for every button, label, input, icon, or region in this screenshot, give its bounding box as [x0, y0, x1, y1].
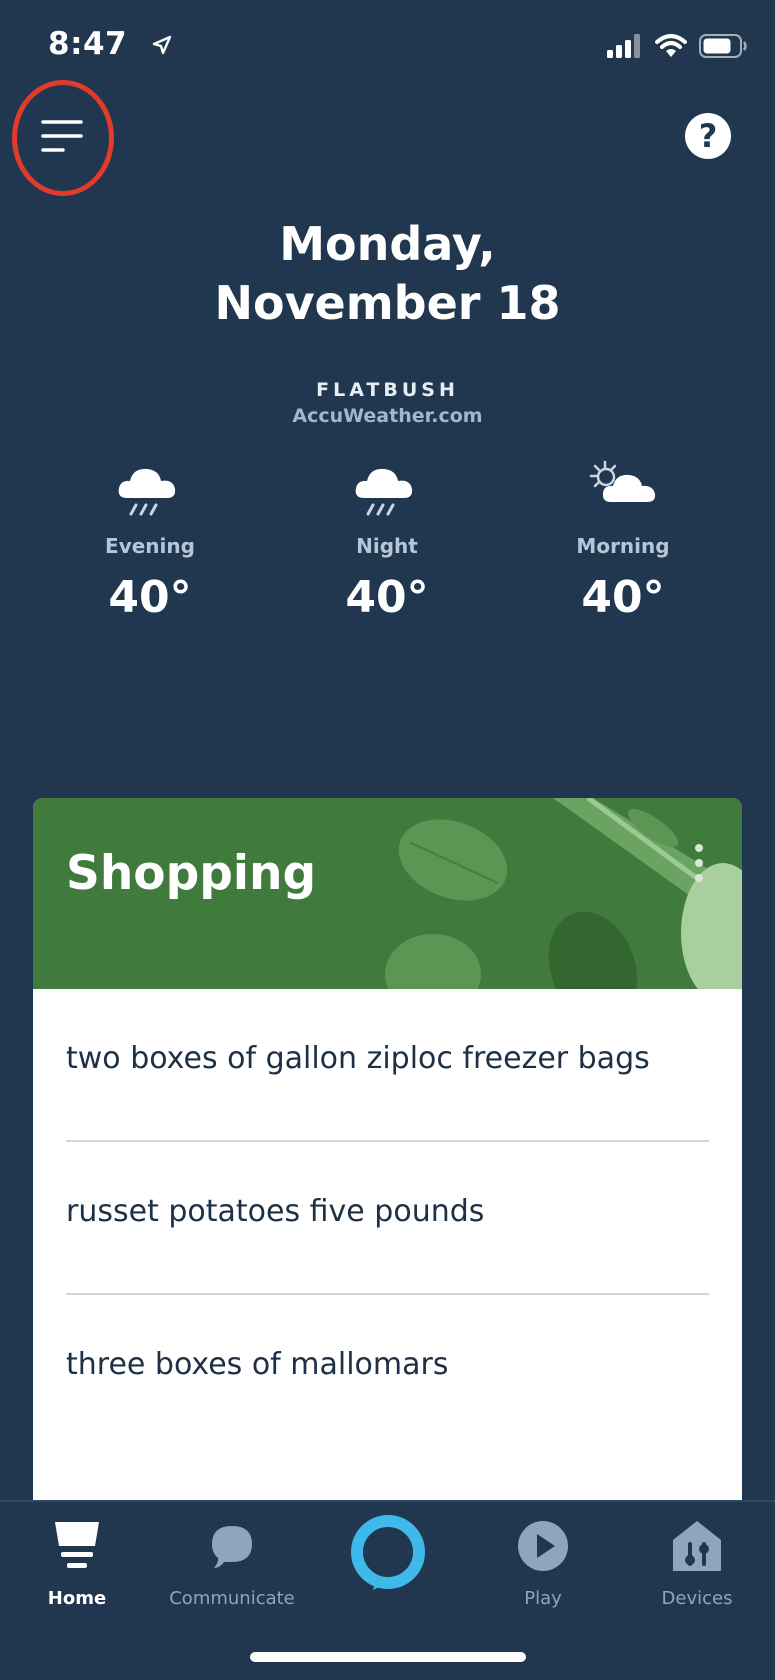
card-title: Shopping	[66, 846, 317, 901]
shopping-list-card[interactable]: Shopping two boxes of gallon ziploc free…	[33, 798, 742, 1500]
forecast-period: Evening	[105, 534, 195, 558]
battery-icon	[699, 34, 747, 58]
tab-label: Communicate	[169, 1588, 295, 1609]
status-bar: 8:47	[0, 0, 775, 90]
date-heading: Monday, November 18	[0, 215, 775, 333]
hamburger-menu-icon	[41, 120, 83, 152]
devices-icon	[622, 1516, 772, 1576]
rain-cloud-icon	[65, 458, 235, 528]
tab-label: Play	[524, 1588, 562, 1609]
list-item-text: three boxes of mallomars	[66, 1347, 449, 1382]
list-item[interactable]: three boxes of mallomars	[66, 1295, 709, 1446]
forecast-morning: Morning 40°	[538, 458, 708, 623]
weather-location: FLATBUSH	[316, 379, 459, 401]
help-button[interactable]: ?	[685, 113, 731, 159]
cellular-signal-icon	[607, 34, 640, 58]
tab-devices[interactable]: Devices	[622, 1516, 772, 1609]
tab-communicate[interactable]: Communicate	[157, 1516, 307, 1609]
list-item[interactable]: russet potatoes five pounds	[66, 1142, 709, 1295]
forecast-evening: Evening 40°	[65, 458, 235, 623]
more-options-icon[interactable]	[684, 844, 714, 892]
date-weekday: Monday,	[279, 217, 496, 271]
card-header: Shopping	[33, 798, 742, 989]
partly-sunny-icon	[538, 458, 708, 528]
home-indicator[interactable]	[250, 1652, 526, 1662]
home-icon	[2, 1516, 152, 1576]
status-icons	[607, 34, 747, 58]
speech-bubble-icon	[157, 1516, 307, 1576]
alexa-button[interactable]	[313, 1512, 463, 1592]
list-item-text: russet potatoes five pounds	[66, 1194, 485, 1229]
status-time: 8:47	[48, 26, 128, 62]
forecast-period: Night	[356, 534, 418, 558]
tab-play[interactable]: Play	[468, 1516, 618, 1609]
forecast-temp: 40°	[581, 572, 665, 623]
wifi-icon	[655, 34, 687, 57]
forecast-night: Night 40°	[302, 458, 472, 623]
forecast-period: Morning	[576, 534, 670, 558]
forecast-temp: 40°	[108, 572, 192, 623]
tab-home[interactable]: Home	[2, 1516, 152, 1609]
weather-source-link[interactable]: AccuWeather.com	[0, 405, 775, 427]
play-icon	[468, 1516, 618, 1576]
tab-label: Home	[47, 1588, 107, 1609]
list-item[interactable]: two boxes of gallon ziploc freezer bags	[66, 989, 709, 1142]
location-arrow-icon	[152, 35, 172, 55]
list-item-text: two boxes of gallon ziploc freezer bags	[66, 1041, 650, 1076]
tab-label: Devices	[661, 1588, 733, 1609]
rain-cloud-icon	[302, 458, 472, 528]
forecast-temp: 40°	[345, 572, 429, 623]
menu-button[interactable]	[12, 80, 114, 196]
date-month-day: November 18	[214, 276, 561, 330]
alexa-ring-icon	[313, 1512, 463, 1592]
